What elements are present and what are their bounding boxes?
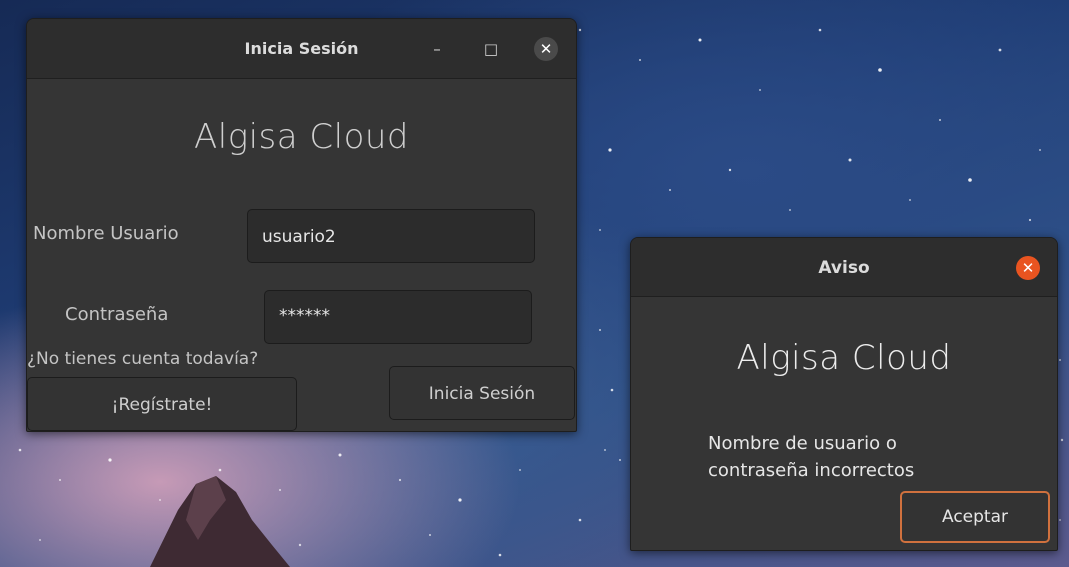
maximize-button[interactable]: □ <box>479 38 503 60</box>
alert-message-line-1: Nombre de usuario o <box>708 433 897 454</box>
alert-dialog: Aviso ✕ Algisa Cloud Nombre de usuario o… <box>630 237 1058 551</box>
alert-title: Aviso <box>818 258 870 278</box>
password-label: Contraseña <box>65 304 169 325</box>
minimize-button[interactable]: – <box>425 38 449 60</box>
alert-message: Nombre de usuario o contraseña incorrect… <box>708 430 914 484</box>
login-window: Inicia Sesión – □ ✕ Algisa Cloud Nombre … <box>26 18 577 432</box>
username-input[interactable]: usuario2 <box>247 209 535 263</box>
register-button[interactable]: ¡Regístrate! <box>27 377 297 431</box>
alert-titlebar[interactable]: Aviso ✕ <box>631 238 1057 297</box>
accept-button[interactable]: Aceptar <box>900 491 1050 543</box>
close-button[interactable]: ✕ <box>534 37 558 61</box>
login-titlebar[interactable]: Inicia Sesión – □ ✕ <box>27 19 576 79</box>
alert-message-line-2: contraseña incorrectos <box>708 460 915 481</box>
alert-close-button[interactable]: ✕ <box>1016 256 1040 280</box>
login-button[interactable]: Inicia Sesión <box>389 366 575 420</box>
no-account-text: ¿No tienes cuenta todavía? <box>27 349 259 369</box>
username-label: Nombre Usuario <box>33 223 179 244</box>
alert-brand-title: Algisa Cloud <box>736 338 952 378</box>
login-brand-title: Algisa Cloud <box>193 117 410 157</box>
password-input[interactable]: ****** <box>264 290 532 344</box>
